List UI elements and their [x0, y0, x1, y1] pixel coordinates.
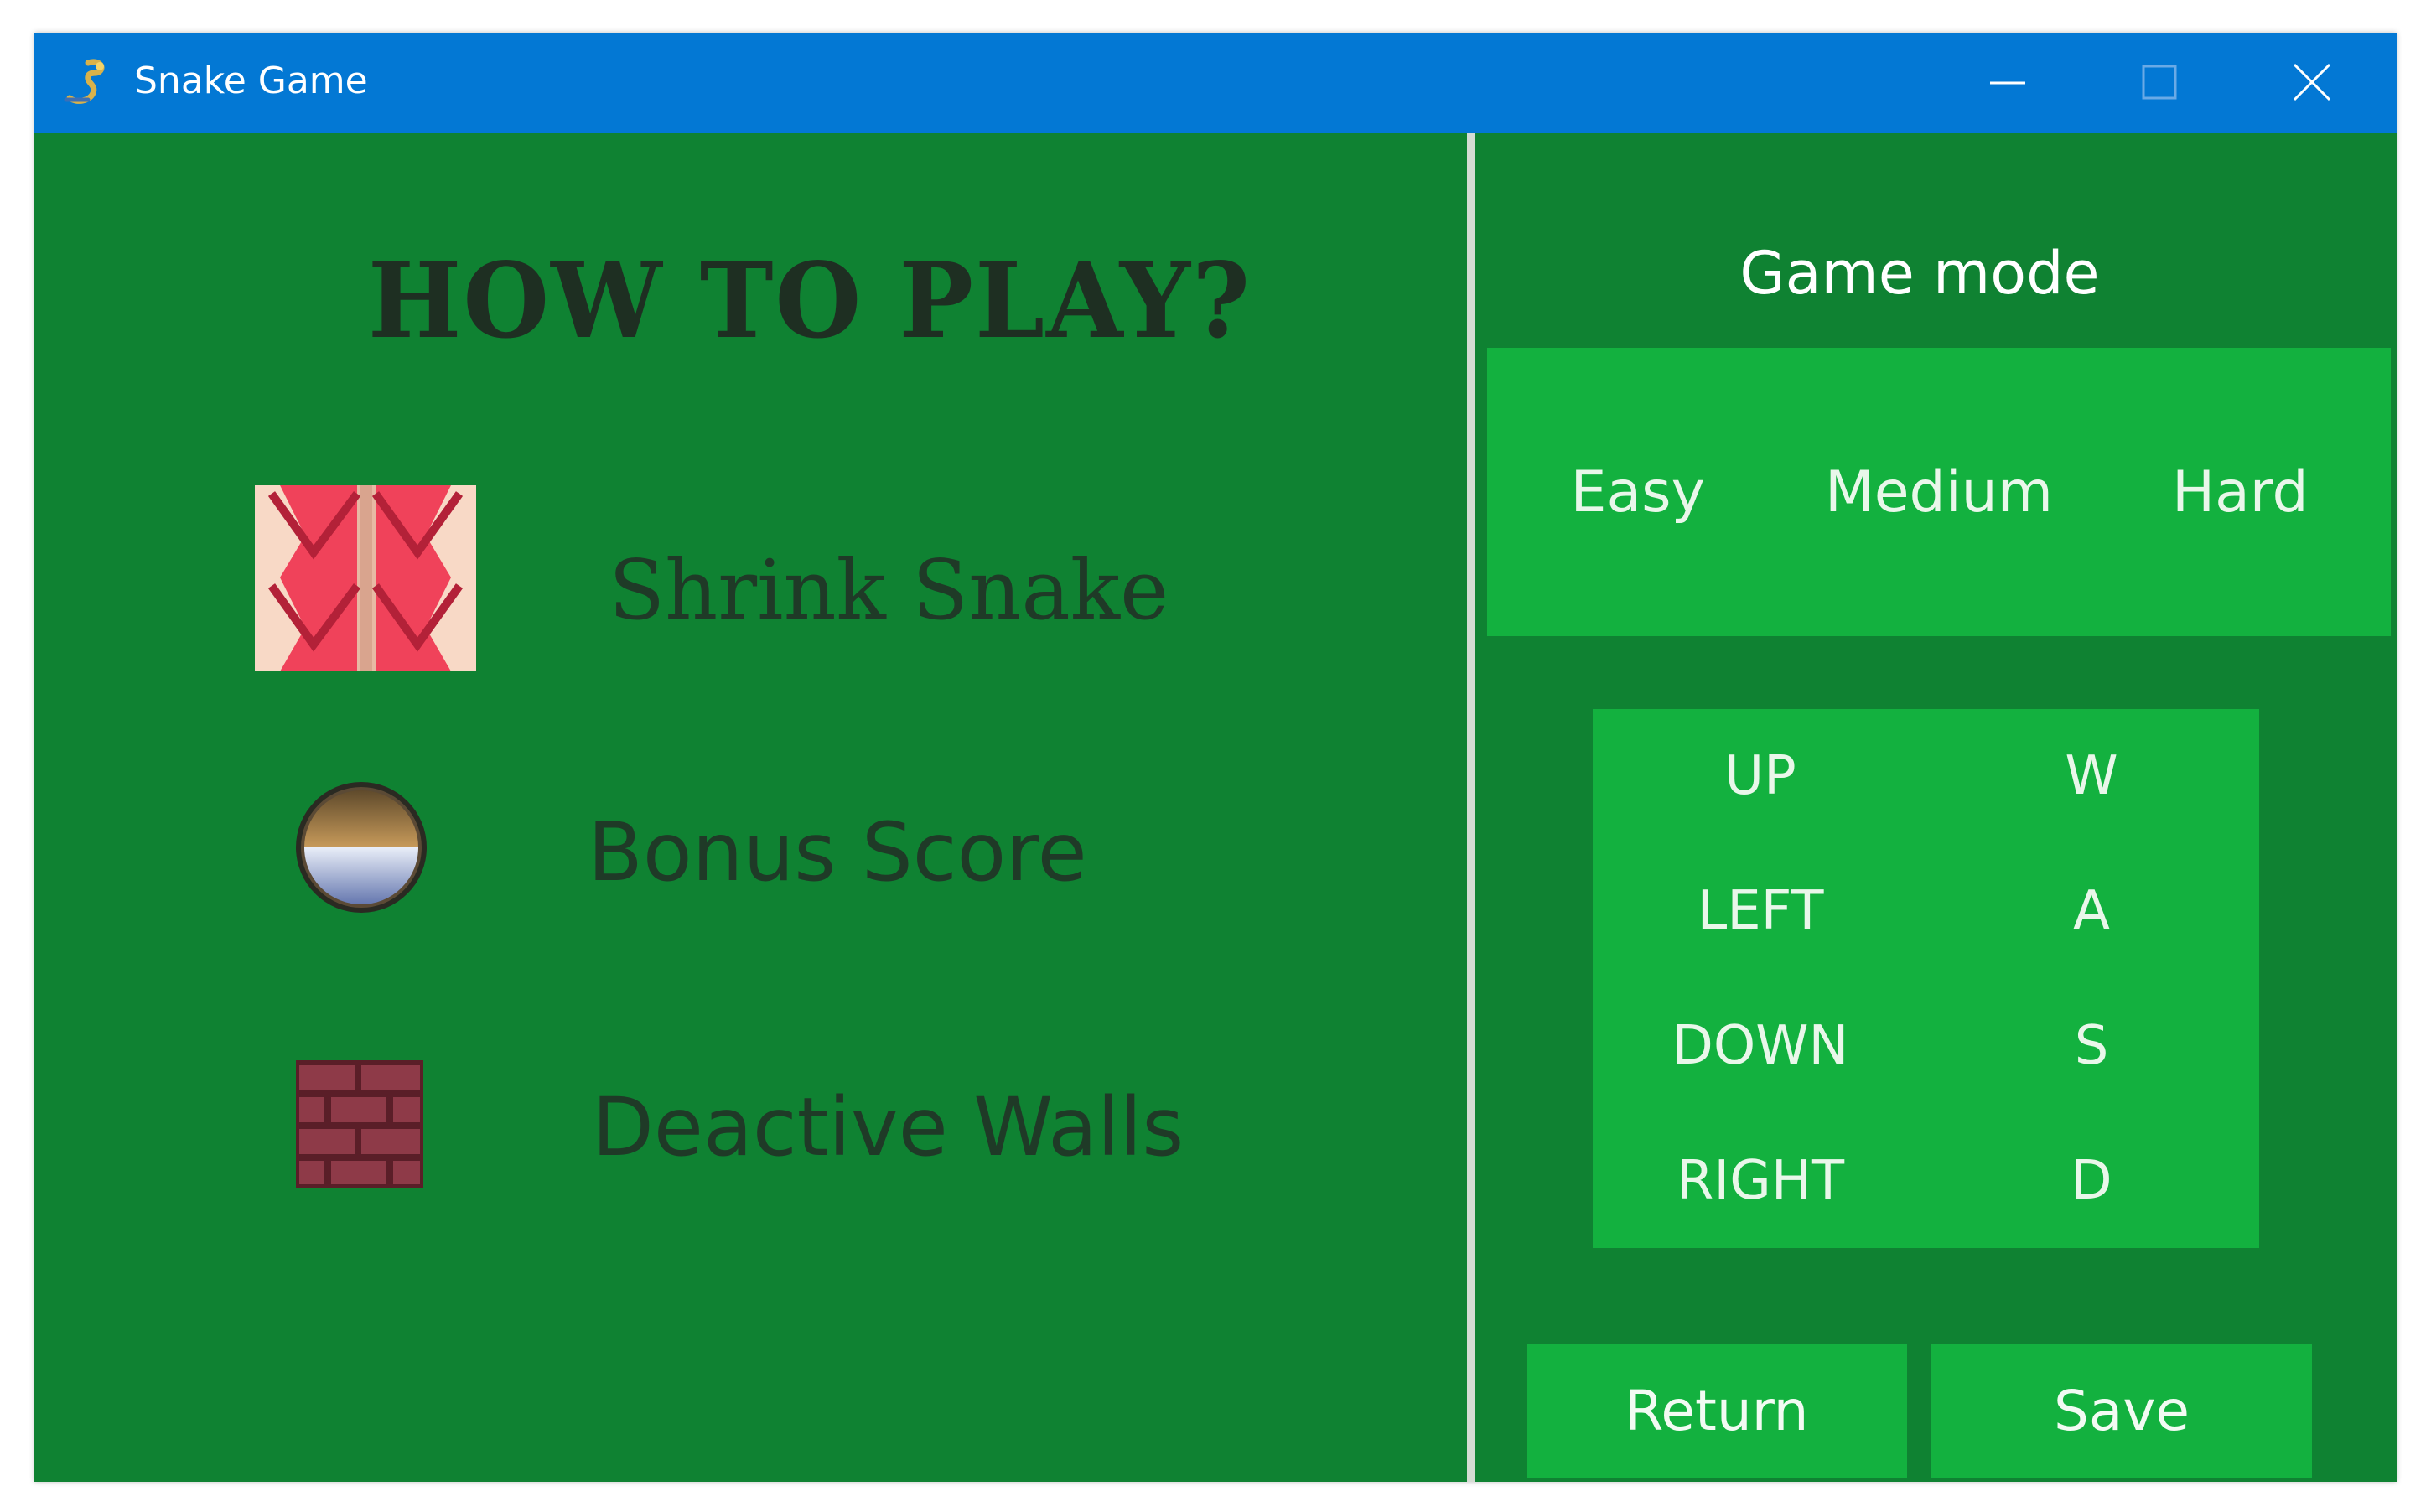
close-icon — [2293, 63, 2331, 101]
minimize-icon — [1990, 81, 2025, 85]
howto-item-deactive-walls: Deactive Walls — [34, 1060, 1467, 1203]
key-binding-value[interactable]: A — [1928, 844, 2255, 978]
mode-option-medium[interactable]: Medium — [1788, 348, 2089, 636]
direction-label: DOWN — [1672, 1015, 1849, 1077]
title-bar[interactable]: Snake Game — [34, 33, 2397, 133]
snake-game-window: Snake Game HOW TO PLAY? Shrink Snake Bon… — [34, 33, 2397, 1482]
direction-label: RIGHT — [1676, 1150, 1845, 1212]
how-to-play-panel: HOW TO PLAY? Shrink Snake Bonus Score De… — [34, 133, 1467, 1482]
key-binding-row: UP W — [1593, 709, 2259, 843]
save-button[interactable]: Save — [1931, 1344, 2312, 1478]
brick-wall-icon — [296, 1060, 423, 1188]
settings-panel: Game mode Easy Medium Hard UP W LEFT A D… — [1475, 133, 2397, 1482]
mode-option-hard[interactable]: Hard — [2090, 348, 2391, 636]
key-binding-value[interactable]: S — [1928, 979, 2255, 1113]
howto-label-deactive-walls: Deactive Walls — [592, 1080, 1184, 1174]
maximize-button[interactable] — [2090, 33, 2232, 133]
howto-item-shrink-snake: Shrink Snake — [34, 485, 1467, 678]
howto-item-bonus-score: Bonus Score — [34, 779, 1467, 921]
key-binding-row: LEFT A — [1593, 844, 2259, 978]
window-title: Snake Game — [134, 60, 368, 102]
panel-divider — [1467, 133, 1475, 1482]
mode-option-easy[interactable]: Easy — [1487, 348, 1788, 636]
key-binding-row: RIGHT D — [1593, 1114, 2259, 1248]
game-mode-selector: Easy Medium Hard — [1487, 348, 2391, 636]
key-bindings-panel: UP W LEFT A DOWN S RIGHT D — [1593, 709, 2259, 1248]
key-binding-value[interactable]: W — [1928, 709, 2255, 843]
howto-label-shrink-snake: Shrink Snake — [609, 543, 1169, 639]
direction-label: LEFT — [1697, 880, 1824, 942]
return-button[interactable]: Return — [1527, 1344, 1907, 1478]
how-to-play-title: HOW TO PLAY? — [367, 239, 1252, 362]
game-mode-title: Game mode — [1739, 239, 2100, 308]
snake-app-icon — [63, 58, 110, 108]
bonus-score-icon — [293, 779, 430, 916]
close-button[interactable] — [2242, 33, 2385, 133]
key-binding-row: DOWN S — [1593, 979, 2259, 1113]
shrink-snake-icon — [255, 485, 476, 671]
key-binding-value[interactable]: D — [1928, 1114, 2255, 1248]
howto-label-bonus-score: Bonus Score — [588, 805, 1087, 899]
direction-label: UP — [1724, 745, 1796, 807]
maximize-icon — [2142, 65, 2177, 100]
minimize-button[interactable] — [1938, 33, 2081, 133]
